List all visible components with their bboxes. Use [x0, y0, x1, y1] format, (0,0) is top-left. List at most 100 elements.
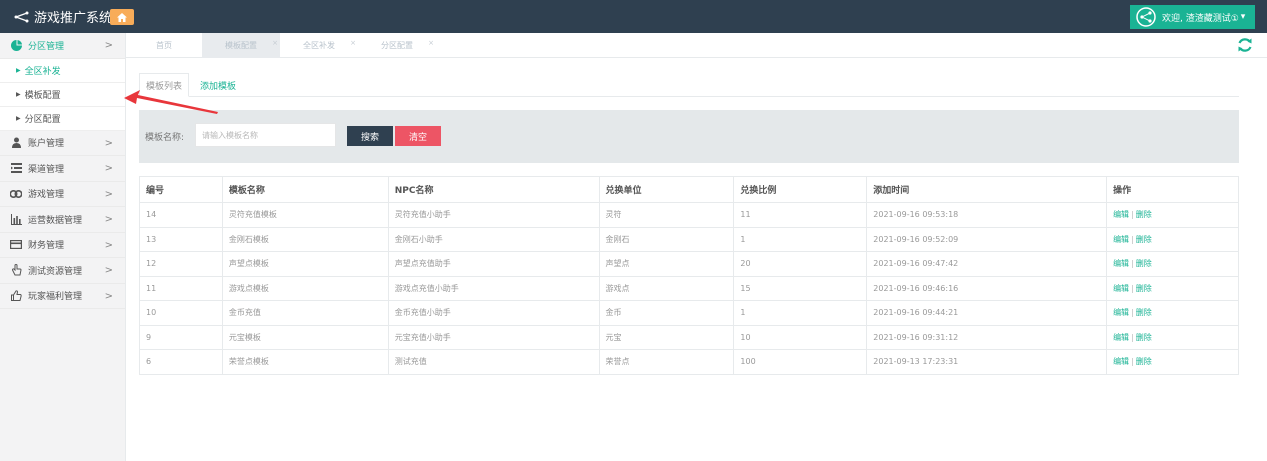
- home-button[interactable]: [110, 9, 134, 25]
- edit-link[interactable]: 编辑: [1113, 259, 1129, 268]
- cell-id: 11: [139, 276, 223, 301]
- column-header-exchange-unit[interactable]: 兑换单位: [599, 176, 735, 203]
- delete-link[interactable]: 删除: [1136, 284, 1152, 293]
- cell-npc-name: 元宝充值小助手: [388, 325, 600, 350]
- tab-label: 分区配置: [381, 41, 413, 50]
- action-separator: |: [1131, 283, 1134, 293]
- template-name-input[interactable]: [195, 123, 336, 147]
- column-header-id[interactable]: 编号: [139, 176, 223, 203]
- delete-link[interactable]: 删除: [1136, 357, 1152, 366]
- sidebar-item-label: 运营数据管理: [28, 215, 83, 226]
- table-row: 10 金币充值 金币充值小助手 金币 1 2021-09-16 09:44:21 编辑 | 删除: [139, 300, 1239, 326]
- app-logo[interactable]: 游戏推广系统: [14, 0, 112, 33]
- close-icon[interactable]: ×: [428, 39, 434, 47]
- delete-link[interactable]: 删除: [1136, 333, 1152, 342]
- cell-id: 14: [139, 202, 223, 228]
- delete-link[interactable]: 删除: [1136, 235, 1152, 244]
- cell-added-time: 2021-09-16 09:47:42: [866, 251, 1108, 277]
- chevron-right-icon: >: [104, 265, 113, 276]
- content-subtabs: 模板列表 添加模板: [139, 73, 1239, 97]
- cell-exchange-ratio: 100: [733, 349, 868, 375]
- chevron-right-icon: >: [104, 40, 113, 51]
- sidebar-subitem-label: 分区配置: [24, 114, 61, 125]
- sidebar-item-account[interactable]: 账户管理 >: [0, 131, 125, 156]
- sidebar-item-operation-data[interactable]: 运营数据管理 >: [0, 207, 125, 233]
- wallet-icon: [10, 239, 22, 251]
- sidebar-item-partition[interactable]: 分区管理 >: [0, 33, 125, 59]
- delete-link[interactable]: 删除: [1136, 308, 1152, 317]
- tab-home[interactable]: 首页: [126, 33, 202, 58]
- cell-exchange-unit: 荣誉点: [599, 349, 735, 375]
- gamepad-icon: [10, 188, 22, 200]
- cell-actions: 编辑 | 删除: [1106, 325, 1239, 350]
- delete-link[interactable]: 删除: [1136, 210, 1152, 219]
- caret-right-icon: ▶: [16, 114, 21, 122]
- edit-link[interactable]: 编辑: [1113, 235, 1129, 244]
- tab-full-reissue[interactable]: 全区补发 ×: [280, 33, 358, 58]
- cell-id: 9: [139, 325, 223, 350]
- sidebar-subitem-partition-config[interactable]: ▶ 分区配置: [0, 106, 125, 131]
- cell-exchange-ratio: 10: [733, 325, 868, 350]
- column-header-npc-name[interactable]: NPC名称: [388, 176, 600, 203]
- cell-actions: 编辑 | 删除: [1106, 349, 1239, 375]
- sidebar-item-label: 玩家福利管理: [28, 292, 83, 303]
- action-separator: |: [1131, 357, 1134, 367]
- main-content: 模板列表 添加模板 模板名称: 搜索 清空 编号 模板名称 NPC名称 兑换单位…: [126, 58, 1267, 461]
- search-button[interactable]: 搜索: [347, 126, 393, 146]
- action-separator: |: [1131, 259, 1134, 269]
- sidebar-subitem-template-config[interactable]: ▶ 模板配置: [0, 82, 125, 107]
- pie-chart-icon: [10, 39, 22, 51]
- table-row: 9 元宝模板 元宝充值小助手 元宝 10 2021-09-16 09:31:12 编辑 | 删除: [139, 325, 1239, 350]
- cell-added-time: 2021-09-16 09:52:09: [866, 227, 1108, 252]
- sidebar: 分区管理 > ▶ 全区补发 ▶ 模板配置 ▶ 分区配置 账户管理 > 渠道管理 …: [0, 33, 126, 461]
- delete-link[interactable]: 删除: [1136, 259, 1152, 268]
- tab-template-config[interactable]: 模板配置 ×: [202, 33, 280, 58]
- chevron-right-icon: >: [104, 214, 113, 225]
- tab-label: 全区补发: [303, 41, 335, 50]
- refresh-icon[interactable]: [1237, 37, 1253, 53]
- edit-link[interactable]: 编辑: [1113, 210, 1129, 219]
- sidebar-item-finance[interactable]: 财务管理 >: [0, 233, 125, 258]
- sidebar-subitem-full-reissue[interactable]: ▶ 全区补发: [0, 58, 125, 83]
- cell-id: 6: [139, 349, 223, 375]
- sidebar-item-label: 财务管理: [28, 241, 65, 252]
- cell-exchange-unit: 金币: [599, 300, 735, 326]
- cell-exchange-unit: 声望点: [599, 251, 735, 277]
- sidebar-subitem-label: 全区补发: [24, 66, 61, 77]
- close-icon[interactable]: ×: [350, 39, 356, 47]
- edit-link[interactable]: 编辑: [1113, 333, 1129, 342]
- sidebar-item-channel[interactable]: 渠道管理 >: [0, 156, 125, 182]
- tab-partition-config[interactable]: 分区配置 ×: [358, 33, 436, 58]
- cell-id: 10: [139, 300, 223, 326]
- edit-link[interactable]: 编辑: [1113, 357, 1129, 366]
- chevron-right-icon: >: [104, 188, 113, 200]
- sidebar-item-game[interactable]: 游戏管理 >: [0, 182, 125, 207]
- tab-add-template[interactable]: 添加模板: [191, 73, 245, 97]
- sidebar-item-player-welfare[interactable]: 玩家福利管理 >: [0, 284, 125, 309]
- user-menu[interactable]: 欢迎, 渣渣藏测试① ▾: [1130, 5, 1255, 29]
- cell-exchange-ratio: 1: [733, 227, 868, 252]
- action-separator: |: [1131, 308, 1134, 318]
- cell-npc-name: 金刚石小助手: [388, 227, 600, 252]
- sidebar-item-test-resource[interactable]: 测试资源管理 >: [0, 258, 125, 284]
- cell-npc-name: 灵符充值小助手: [388, 202, 600, 228]
- cell-exchange-unit: 游戏点: [599, 276, 735, 301]
- tab-template-list[interactable]: 模板列表: [139, 73, 189, 97]
- table-row: 6 荣誉点模板 测试充值 荣誉点 100 2021-09-13 17:23:31 编辑 | 删除: [139, 349, 1239, 375]
- tab-label: 模板配置: [225, 41, 257, 50]
- table-row: 14 灵符充值模板 灵符充值小助手 灵符 11 2021-09-16 09:53:18 编辑…: [139, 202, 1239, 228]
- search-label: 模板名称:: [145, 133, 185, 143]
- caret-right-icon: ▶: [16, 90, 21, 98]
- share-nodes-icon: [14, 11, 29, 22]
- clear-button[interactable]: 清空: [395, 126, 441, 146]
- column-header-added-time[interactable]: 添加时间: [866, 176, 1108, 203]
- subtab-label: 添加模板: [199, 81, 236, 92]
- cell-actions: 编辑 | 删除: [1106, 227, 1239, 252]
- close-icon[interactable]: ×: [272, 39, 278, 47]
- cell-template-name: 荣誉点模板: [222, 349, 389, 375]
- cell-added-time: 2021-09-13 17:23:31: [866, 349, 1108, 375]
- column-header-exchange-ratio[interactable]: 兑换比例: [733, 176, 868, 203]
- edit-link[interactable]: 编辑: [1113, 308, 1129, 317]
- column-header-template-name[interactable]: 模板名称: [222, 176, 389, 203]
- edit-link[interactable]: 编辑: [1113, 284, 1129, 293]
